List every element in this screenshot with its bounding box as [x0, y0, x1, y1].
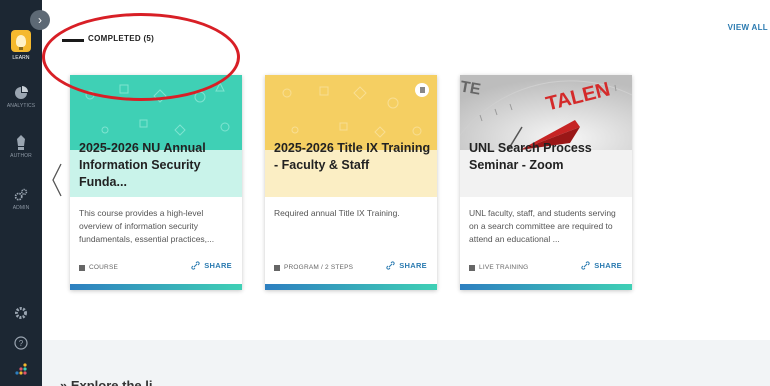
- sidebar-item-analytics[interactable]: ANALYTICS: [0, 86, 42, 109]
- sidebar-item-admin[interactable]: ADMIN: [0, 188, 42, 211]
- highlight-annotation-ellipse: [42, 13, 240, 101]
- sidebar-item-label: LEARN: [12, 55, 30, 61]
- view-all-link[interactable]: VIEW ALL: [728, 23, 768, 32]
- live-training-card[interactable]: TALEN TE UNL Search Process Seminar - Zo…: [460, 75, 632, 290]
- settings-gear-icon[interactable]: [0, 306, 42, 320]
- card-description: UNL faculty, staff, and students serving…: [469, 208, 616, 244]
- sidebar-item-label: AUTHOR: [10, 153, 32, 159]
- lightbulb-icon: [11, 30, 31, 52]
- card-type: PROGRAM / 2 STEPS: [274, 264, 353, 271]
- compass-text-te: TE: [460, 78, 482, 98]
- live-training-icon: [469, 264, 475, 271]
- link-icon: [386, 261, 395, 270]
- card-description: Required annual Title IX Training.: [274, 208, 400, 218]
- link-icon: [191, 261, 200, 270]
- card-progress-bar: [265, 284, 437, 290]
- share-button[interactable]: SHARE: [581, 261, 622, 270]
- card-progress-bar: [70, 284, 242, 290]
- apps-grid-icon[interactable]: [0, 362, 42, 378]
- share-button[interactable]: SHARE: [191, 261, 232, 270]
- sidebar-item-label: ADMIN: [12, 205, 30, 211]
- link-icon: [581, 261, 590, 270]
- card-image: [265, 75, 437, 150]
- card-progress-bar: [460, 284, 632, 290]
- sidebar-toggle-button[interactable]: ›: [30, 10, 50, 30]
- sidebar-item-learn[interactable]: LEARN: [0, 30, 42, 61]
- program-icon: [274, 264, 280, 271]
- svg-text:?: ?: [19, 339, 24, 348]
- card-title[interactable]: UNL Search Process Seminar - Zoom: [469, 140, 627, 174]
- course-icon: [79, 264, 85, 271]
- carousel-prev-arrow[interactable]: [50, 162, 64, 198]
- explore-section-title[interactable]: » Explore the li...: [60, 378, 163, 386]
- app-root: LEARN ANALYTICS AUTHOR ADMIN ? › COMPLET…: [0, 0, 770, 386]
- program-card[interactable]: 2025-2026 Title IX Training - Faculty & …: [265, 75, 437, 290]
- card-type: COURSE: [79, 264, 118, 271]
- program-badge-icon: [415, 83, 429, 97]
- card-type: LIVE TRAINING: [469, 264, 528, 271]
- card-title[interactable]: 2025-2026 Title IX Training - Faculty & …: [274, 140, 432, 174]
- share-button[interactable]: SHARE: [386, 261, 427, 270]
- card-image: TALEN TE: [460, 75, 632, 150]
- sidebar-item-label: ANALYTICS: [6, 103, 36, 109]
- help-icon[interactable]: ?: [0, 336, 42, 350]
- card-description: This course provides a high-level overvi…: [79, 208, 215, 244]
- author-icon: [14, 135, 28, 150]
- analytics-icon: [14, 86, 28, 100]
- admin-gears-icon: [14, 188, 28, 202]
- card-title[interactable]: 2025-2026 NU Annual Information Security…: [79, 140, 237, 191]
- sidebar-item-author[interactable]: AUTHOR: [0, 135, 42, 159]
- sidebar: LEARN ANALYTICS AUTHOR ADMIN ?: [0, 0, 42, 386]
- course-card[interactable]: 2025-2026 NU Annual Information Security…: [70, 75, 242, 290]
